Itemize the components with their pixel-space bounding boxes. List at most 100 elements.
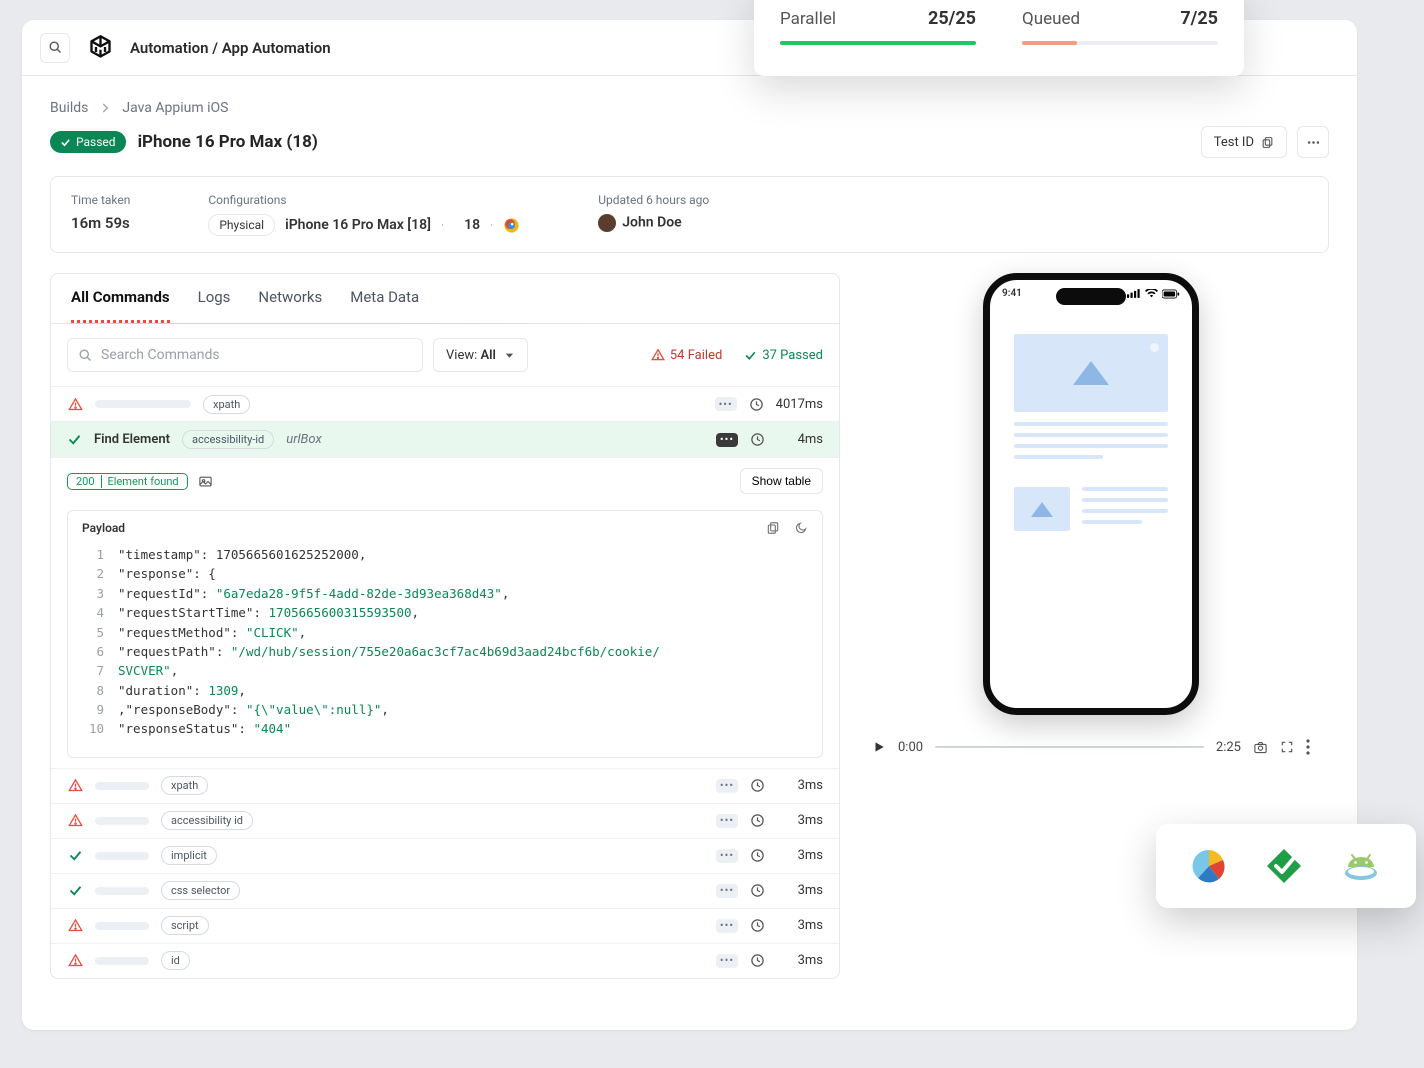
command-row-active[interactable]: Find Element accessibility-id urlBox •••… bbox=[51, 421, 839, 457]
status-icon bbox=[67, 883, 83, 899]
more-icon[interactable]: ••• bbox=[716, 779, 738, 793]
parallel-bar bbox=[780, 41, 976, 45]
duration: 3ms bbox=[777, 918, 823, 933]
search-commands-input[interactable]: Search Commands bbox=[67, 338, 423, 372]
view-filter-dropdown[interactable]: View: All bbox=[433, 338, 528, 372]
colorwheel-icon bbox=[1189, 846, 1229, 886]
skeleton bbox=[95, 817, 149, 825]
more-icon[interactable]: ••• bbox=[715, 397, 737, 411]
config-chip: Physical bbox=[208, 214, 275, 236]
copy-icon[interactable] bbox=[766, 521, 780, 535]
command-row[interactable]: xpath ••• 4017ms bbox=[51, 386, 839, 421]
usage-stats-floater: Parallel25/25 Queued7/25 bbox=[754, 0, 1244, 76]
clock-icon bbox=[750, 813, 765, 828]
skeleton bbox=[95, 887, 149, 895]
image-placeholder bbox=[1014, 487, 1070, 531]
integrations-floater bbox=[1156, 824, 1416, 908]
duration: 3ms bbox=[777, 848, 823, 863]
clock-icon bbox=[750, 778, 765, 793]
crumb-root[interactable]: Builds bbox=[50, 100, 88, 116]
skeleton bbox=[95, 922, 149, 930]
payload-code: 1"timestamp": 1705665601625252000,2 "res… bbox=[68, 545, 822, 757]
tab-logs[interactable]: Logs bbox=[198, 288, 231, 323]
command-row[interactable]: xpath ••• 3ms bbox=[51, 768, 839, 803]
breadcrumb: Automation / App Automation bbox=[130, 39, 331, 57]
player-more-icon[interactable] bbox=[1306, 739, 1310, 755]
skeleton bbox=[95, 957, 149, 965]
skeleton bbox=[95, 782, 149, 790]
status-icons bbox=[1127, 288, 1180, 299]
status-badge: Passed bbox=[50, 131, 126, 153]
updated-label: Updated 6 hours ago bbox=[598, 193, 709, 207]
session-meta: Time taken 16m 59s Configurations Physic… bbox=[50, 176, 1329, 253]
status-icon bbox=[67, 918, 83, 934]
test-id-button[interactable]: Test ID bbox=[1201, 126, 1287, 158]
status-icon bbox=[67, 953, 83, 969]
duration: 4017ms bbox=[776, 397, 823, 412]
clock-icon bbox=[750, 848, 765, 863]
command-row[interactable]: css selector•••3ms bbox=[51, 873, 839, 908]
more-icon[interactable]: ••• bbox=[716, 919, 738, 933]
play-icon[interactable] bbox=[872, 740, 886, 754]
user-label: John Doe bbox=[598, 214, 709, 232]
pass-count: 37 Passed bbox=[744, 348, 823, 363]
locator-pill: id bbox=[161, 951, 190, 970]
http-code: 200Element found bbox=[67, 473, 188, 490]
more-icon[interactable]: ••• bbox=[716, 954, 738, 968]
skeleton bbox=[95, 852, 149, 860]
image-placeholder bbox=[1014, 334, 1168, 412]
skeleton bbox=[95, 400, 191, 408]
clock-icon bbox=[750, 918, 765, 933]
theme-icon[interactable] bbox=[794, 521, 808, 535]
check-icon bbox=[67, 432, 82, 447]
tab-metadata[interactable]: Meta Data bbox=[350, 288, 419, 323]
clock-icon bbox=[750, 953, 765, 968]
command-row[interactable]: accessibility id ••• 3ms bbox=[51, 803, 839, 838]
command-row[interactable]: script•••3ms bbox=[51, 908, 839, 943]
locator-pill: css selector bbox=[161, 881, 240, 900]
duration: 3ms bbox=[777, 953, 823, 968]
queued-bar bbox=[1022, 41, 1218, 45]
player-current: 0:00 bbox=[898, 740, 923, 755]
more-icon[interactable]: ••• bbox=[716, 814, 738, 828]
camera-icon[interactable] bbox=[1253, 740, 1268, 755]
command-row[interactable]: id ••• 3ms bbox=[51, 943, 839, 978]
warning-icon bbox=[67, 396, 83, 412]
locator-pill: accessibility id bbox=[161, 811, 253, 830]
duration: 3ms bbox=[777, 813, 823, 828]
screenshot-icon[interactable] bbox=[198, 474, 213, 489]
config-label: Configurations bbox=[208, 193, 520, 207]
more-icon[interactable]: ••• bbox=[716, 849, 738, 863]
locator-pill: implicit bbox=[161, 846, 217, 865]
tab-networks[interactable]: Networks bbox=[258, 288, 322, 323]
status-icon bbox=[67, 778, 83, 794]
video-player[interactable]: 0:00 2:25 bbox=[872, 739, 1310, 755]
clock-icon bbox=[749, 397, 764, 412]
duration: 4ms bbox=[777, 432, 823, 447]
show-table-button[interactable]: Show table bbox=[740, 468, 823, 494]
clock-icon bbox=[750, 883, 765, 898]
fullscreen-icon[interactable] bbox=[1280, 740, 1294, 754]
clock-icon bbox=[750, 432, 765, 447]
time-taken-value: 16m 59s bbox=[71, 214, 130, 232]
time-taken-label: Time taken bbox=[71, 193, 130, 207]
config-os: 18 bbox=[464, 217, 480, 233]
locator-pill: xpath bbox=[161, 776, 208, 795]
check-shield-icon bbox=[1264, 846, 1304, 886]
command-label: Find Element bbox=[94, 432, 170, 447]
global-search-button[interactable] bbox=[40, 33, 70, 63]
command-row[interactable]: implicit ••• 3ms bbox=[51, 838, 839, 873]
device-preview: 9:41 bbox=[983, 273, 1199, 715]
player-track[interactable] bbox=[935, 746, 1204, 748]
payload-title: Payload bbox=[82, 521, 125, 535]
more-icon[interactable]: ••• bbox=[716, 884, 738, 898]
duration: 3ms bbox=[777, 778, 823, 793]
crumb-leaf[interactable]: Java Appium iOS bbox=[122, 100, 228, 116]
status-icon bbox=[67, 813, 83, 829]
tab-all-commands[interactable]: All Commands bbox=[71, 288, 170, 323]
more-actions-button[interactable] bbox=[1297, 126, 1329, 158]
more-icon[interactable]: ••• bbox=[716, 433, 738, 447]
locator-pill: xpath bbox=[203, 395, 250, 414]
player-total: 2:25 bbox=[1216, 740, 1241, 755]
command-subrow: 200Element found Show table bbox=[51, 457, 839, 504]
